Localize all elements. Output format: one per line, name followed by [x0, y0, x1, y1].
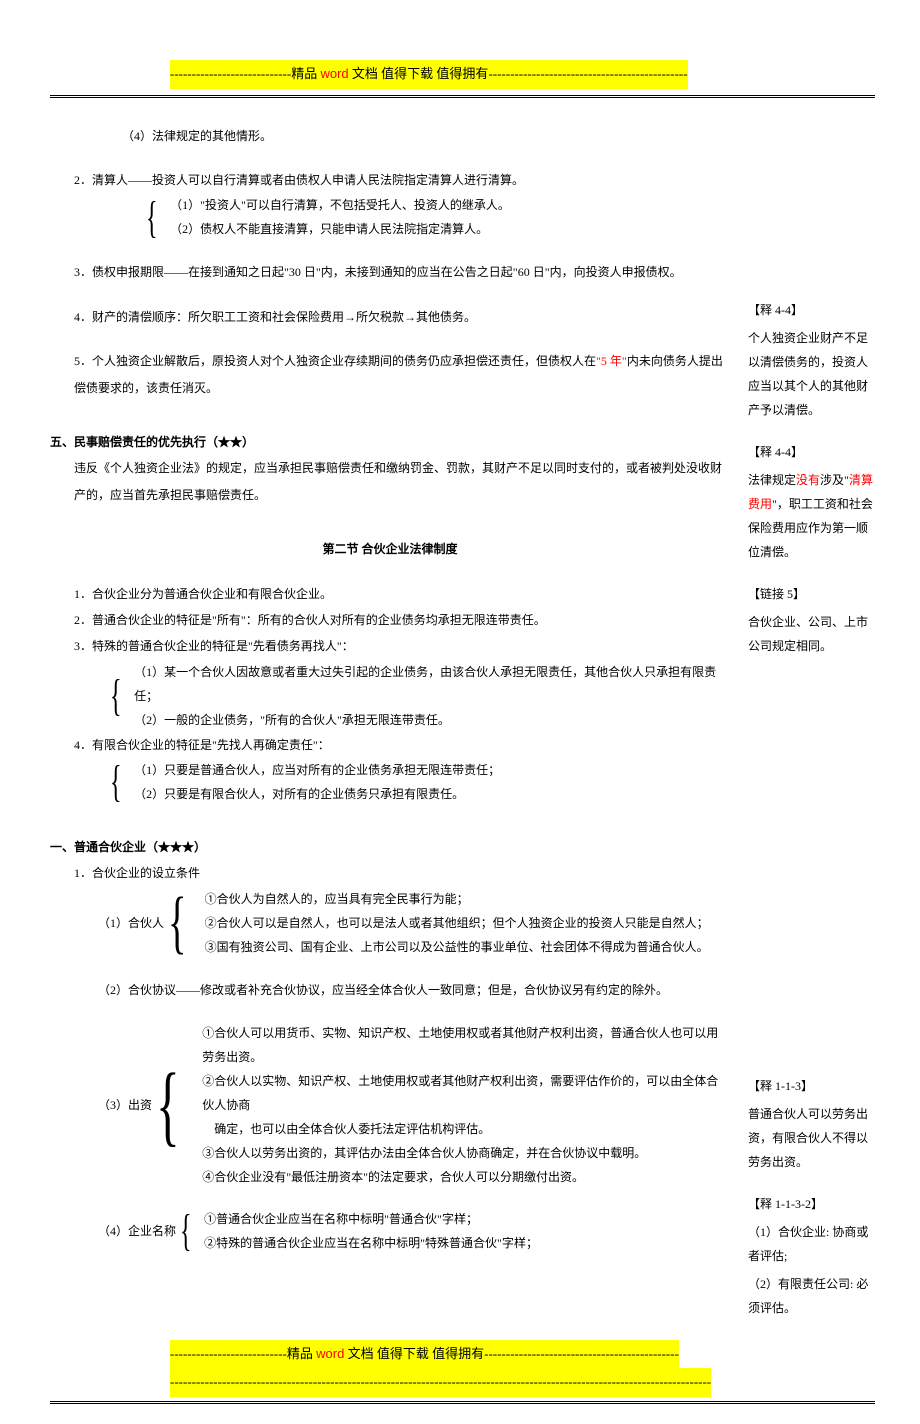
- item-5: 5．个人独资企业解散后，原投资人对个人独资企业存续期间的债务仍应承担偿还责任，但…: [50, 348, 730, 401]
- top-banner: ----------------------------精品 word 文档 值…: [170, 60, 688, 89]
- fb-word: word: [316, 1346, 344, 1361]
- brace-icon: {: [146, 193, 159, 241]
- banner-prefix: 精品: [291, 66, 320, 81]
- list-3-content: （1）某一个合伙人因故意或者重大过失引起的企业债务，由该合伙人承担无限责任，其他…: [134, 660, 730, 732]
- heading-5: 五、民事赔偿责任的优先执行（★★）: [50, 429, 730, 455]
- c1-2: ②合伙人可以是自然人，也可以是法人或者其他组织；但个人独资企业的投资人只能是自然…: [205, 911, 709, 935]
- c3-4: ④合伙企业没有"最低注册资本"的法定要求，合伙人可以分期缴付出资。: [202, 1165, 730, 1189]
- heading-5-body: 违反《个人独资企业法》的规定，应当承担民事赔偿责任和缴纳罚金、罚款，其财产不足以…: [50, 455, 730, 508]
- brace-icon: {: [110, 758, 123, 806]
- list-4-1: （1）只要是普通合伙人，应当对所有的企业债务承担无限连带责任；: [134, 758, 500, 782]
- c4-2: ②特殊的普通合伙企业应当在名称中标明"特殊普通合伙"字样；: [204, 1231, 538, 1255]
- note-5-title: 【释 1-1-3-2】: [748, 1192, 875, 1216]
- note-1: 【释 4-4】 个人独资企业财产不足以清偿债务的，投资人应当以其个人的其他财产予…: [748, 298, 875, 422]
- c3-3: ③合伙人以劳务出资的，其评估办法由全体合伙人协商确定，并在合伙协议中载明。: [202, 1141, 730, 1165]
- item-5-red: "5 年": [596, 354, 627, 368]
- note-4: 【释 1-1-3】 普通合伙人可以劳务出资，有限合伙人不得以劳务出资。: [748, 1074, 875, 1174]
- item-2-content: （1）"投资人"可以自行清算，不包括受托人、投资人的继承人。 （2）债权人不能直…: [170, 193, 510, 241]
- note-2: 【释 4-4】 法律规定没有涉及"清算费用"，职工工资和社会保险费用应作为第一顺…: [748, 440, 875, 564]
- item-2-bracket: { （1）"投资人"可以自行清算，不包括受托人、投资人的继承人。 （2）债权人不…: [50, 193, 730, 241]
- item-3: 3．债权申报期限——在接到通知之日起"30 日"内，未接到通知的应当在公告之日起…: [50, 259, 730, 285]
- side-column: 【释 4-4】 个人独资企业财产不足以清偿债务的，投资人应当以其个人的其他财产予…: [748, 123, 875, 1338]
- item-5a: 5．个人独资企业解散后，原投资人对个人独资企业存续期间的债务仍应承担偿还责任，但…: [74, 354, 596, 368]
- side-spacer-2: [748, 676, 875, 1074]
- content-columns: （4）法律规定的其他情形。 2．清算人——投资人可以自行清算或者由债权人申请人民…: [50, 123, 875, 1338]
- note-5-2: （2）有限责任公司: 必须评估。: [748, 1272, 875, 1320]
- item-2-1: （1）"投资人"可以自行清算，不包括受托人、投资人的继承人。: [170, 193, 510, 217]
- main-column: （4）法律规定的其他情形。 2．清算人——投资人可以自行清算或者由债权人申请人民…: [50, 123, 730, 1338]
- banner-dashes-left: ----------------------------: [170, 66, 291, 81]
- list-3-1: （1）某一个合伙人因故意或者重大过失引起的企业债务，由该合伙人承担无限责任，其他…: [134, 660, 730, 708]
- c3-2b: 确定，也可以由全体合伙人委托法定评估机构评估。: [202, 1117, 730, 1141]
- banner-word: word: [320, 66, 348, 81]
- brace-icon: {: [110, 660, 123, 732]
- c4-content: ①普通合伙企业应当在名称中标明"普通合伙"字样； ②特殊的普通合伙企业应当在名称…: [204, 1207, 538, 1255]
- note-3-title: 【链接 5】: [748, 582, 875, 606]
- c1-content: ①合伙人为自然人的，应当具有完全民事行为能； ②合伙人可以是自然人，也可以是法人…: [205, 887, 709, 959]
- item-4: （4）法律规定的其他情形。: [50, 123, 730, 149]
- banner-suffix: 文档 值得下载 值得拥有: [349, 66, 489, 81]
- note-3: 【链接 5】 合伙企业、公司、上市公司规定相同。: [748, 582, 875, 658]
- note-2-b: 涉及": [820, 473, 849, 487]
- brace-icon: {: [180, 1207, 193, 1255]
- list-4: 4．有限合伙企业的特征是"先找人再确定责任"：: [50, 732, 730, 758]
- bottom-banner-wrap: ---------------------------精品 word 文档 值得…: [50, 1340, 875, 1397]
- c4-label: （4）企业名称: [98, 1207, 180, 1255]
- list-4-bracket: { （1）只要是普通合伙人，应当对所有的企业债务承担无限连带责任； （2）只要是…: [50, 758, 730, 806]
- heading-1: 一、普通合伙企业（★★★）: [50, 834, 730, 860]
- h1-1: 1．合伙企业的设立条件: [50, 860, 730, 886]
- note-3-body: 合伙企业、公司、上市公司规定相同。: [748, 610, 875, 658]
- list-4-content: （1）只要是普通合伙人，应当对所有的企业债务承担无限连带责任； （2）只要是有限…: [134, 758, 500, 806]
- bottom-banner-1: ---------------------------精品 word 文档 值得…: [170, 1340, 679, 1369]
- note-5: 【释 1-1-3-2】 （1）合伙企业: 协商或者评估; （2）有限责任公司: …: [748, 1192, 875, 1320]
- side-spacer-1: [748, 123, 875, 298]
- c1-3: ③国有独资公司、国有企业、上市公司以及公益性的事业单位、社会团体不得成为普通合伙…: [205, 935, 709, 959]
- note-1-body: 个人独资企业财产不足以清偿债务的，投资人应当以其个人的其他财产予以清偿。: [748, 326, 875, 422]
- fb-prefix: 精品: [287, 1346, 316, 1361]
- top-banner-wrap: ----------------------------精品 word 文档 值…: [50, 60, 875, 89]
- note-1-title: 【释 4-4】: [748, 298, 875, 322]
- c3-content: ①合伙人可以用货币、实物、知识产权、土地使用权或者其他财产权利出资，普通合伙人也…: [202, 1021, 730, 1189]
- fb-dashes-left: ---------------------------: [170, 1346, 287, 1361]
- note-4-title: 【释 1-1-3】: [748, 1074, 875, 1098]
- note-2-title: 【释 4-4】: [748, 440, 875, 464]
- list-1: 1．合伙企业分为普通合伙企业和有限合伙企业。: [50, 581, 730, 607]
- note-2-body: 法律规定没有涉及"清算费用"，职工工资和社会保险费用应作为第一顺位清偿。: [748, 468, 875, 564]
- brace-icon: {: [168, 887, 188, 959]
- c1-label: （1）合伙人: [98, 887, 168, 959]
- item-2-2: （2）债权人不能直接清算，只能申请人民法院指定清算人。: [170, 217, 510, 241]
- c1-1: ①合伙人为自然人的，应当具有完全民事行为能；: [205, 887, 709, 911]
- fb-suffix: 文档 值得下载 值得拥有: [344, 1346, 484, 1361]
- document-page: ----------------------------精品 word 文档 值…: [0, 0, 920, 1424]
- list-3-bracket: { （1）某一个合伙人因故意或者重大过失引起的企业债务，由该合伙人承担无限责任，…: [50, 660, 730, 732]
- c3-1: ①合伙人可以用货币、实物、知识产权、土地使用权或者其他财产权利出资，普通合伙人也…: [202, 1021, 730, 1069]
- c1-bracket: （1）合伙人 { ①合伙人为自然人的，应当具有完全民事行为能； ②合伙人可以是自…: [50, 887, 730, 959]
- c3-2a: ②合伙人以实物、知识产权、土地使用权或者其他财产权利出资，需要评估作价的，可以由…: [202, 1069, 730, 1117]
- c2: （2）合伙协议——修改或者补充合伙协议，应当经全体合伙人一致同意；但是，合伙协议…: [50, 977, 730, 1003]
- list-3-2: （2）一般的企业债务，"所有的合伙人"承担无限连带责任。: [134, 708, 730, 732]
- item-2-title: 2．清算人——投资人可以自行清算或者由债权人申请人民法院指定清算人进行清算。: [50, 167, 730, 193]
- note-2-a: 法律规定: [748, 473, 796, 487]
- note-5-1: （1）合伙企业: 协商或者评估;: [748, 1220, 875, 1268]
- c4-bracket: （4）企业名称 { ①普通合伙企业应当在名称中标明"普通合伙"字样； ②特殊的普…: [50, 1207, 730, 1255]
- fb-dashes-right: ----------------------------------------…: [484, 1346, 679, 1361]
- note-4-body: 普通合伙人可以劳务出资，有限合伙人不得以劳务出资。: [748, 1102, 875, 1174]
- list-2: 2．普通合伙企业的特征是"所有"：所有的合伙人对所有的企业债务均承担无限连带责任…: [50, 607, 730, 633]
- c3-bracket: （3）出资 { ①合伙人可以用货币、实物、知识产权、土地使用权或者其他财产权利出…: [50, 1021, 730, 1189]
- list-3: 3．特殊的普通合伙企业的特征是"先看债务再找人"：: [50, 633, 730, 659]
- item-4b: 4．财产的清偿顺序：所欠职工工资和社会保险费用→所欠税款→其他债务。: [50, 304, 730, 330]
- section-2-title: 第二节 合伙企业法律制度: [50, 536, 730, 562]
- note-2-red1: 没有: [796, 473, 820, 487]
- c3-label: （3）出资: [98, 1021, 156, 1189]
- brace-icon: {: [156, 1021, 181, 1189]
- bottom-banner-2: ----------------------------------------…: [170, 1368, 711, 1397]
- bottom-divider: [50, 1401, 875, 1404]
- banner-dashes-right: ----------------------------------------…: [488, 66, 687, 81]
- c4-1: ①普通合伙企业应当在名称中标明"普通合伙"字样；: [204, 1207, 538, 1231]
- list-4-2: （2）只要是有限合伙人，对所有的企业债务只承担有限责任。: [134, 782, 500, 806]
- top-divider: [50, 95, 875, 98]
